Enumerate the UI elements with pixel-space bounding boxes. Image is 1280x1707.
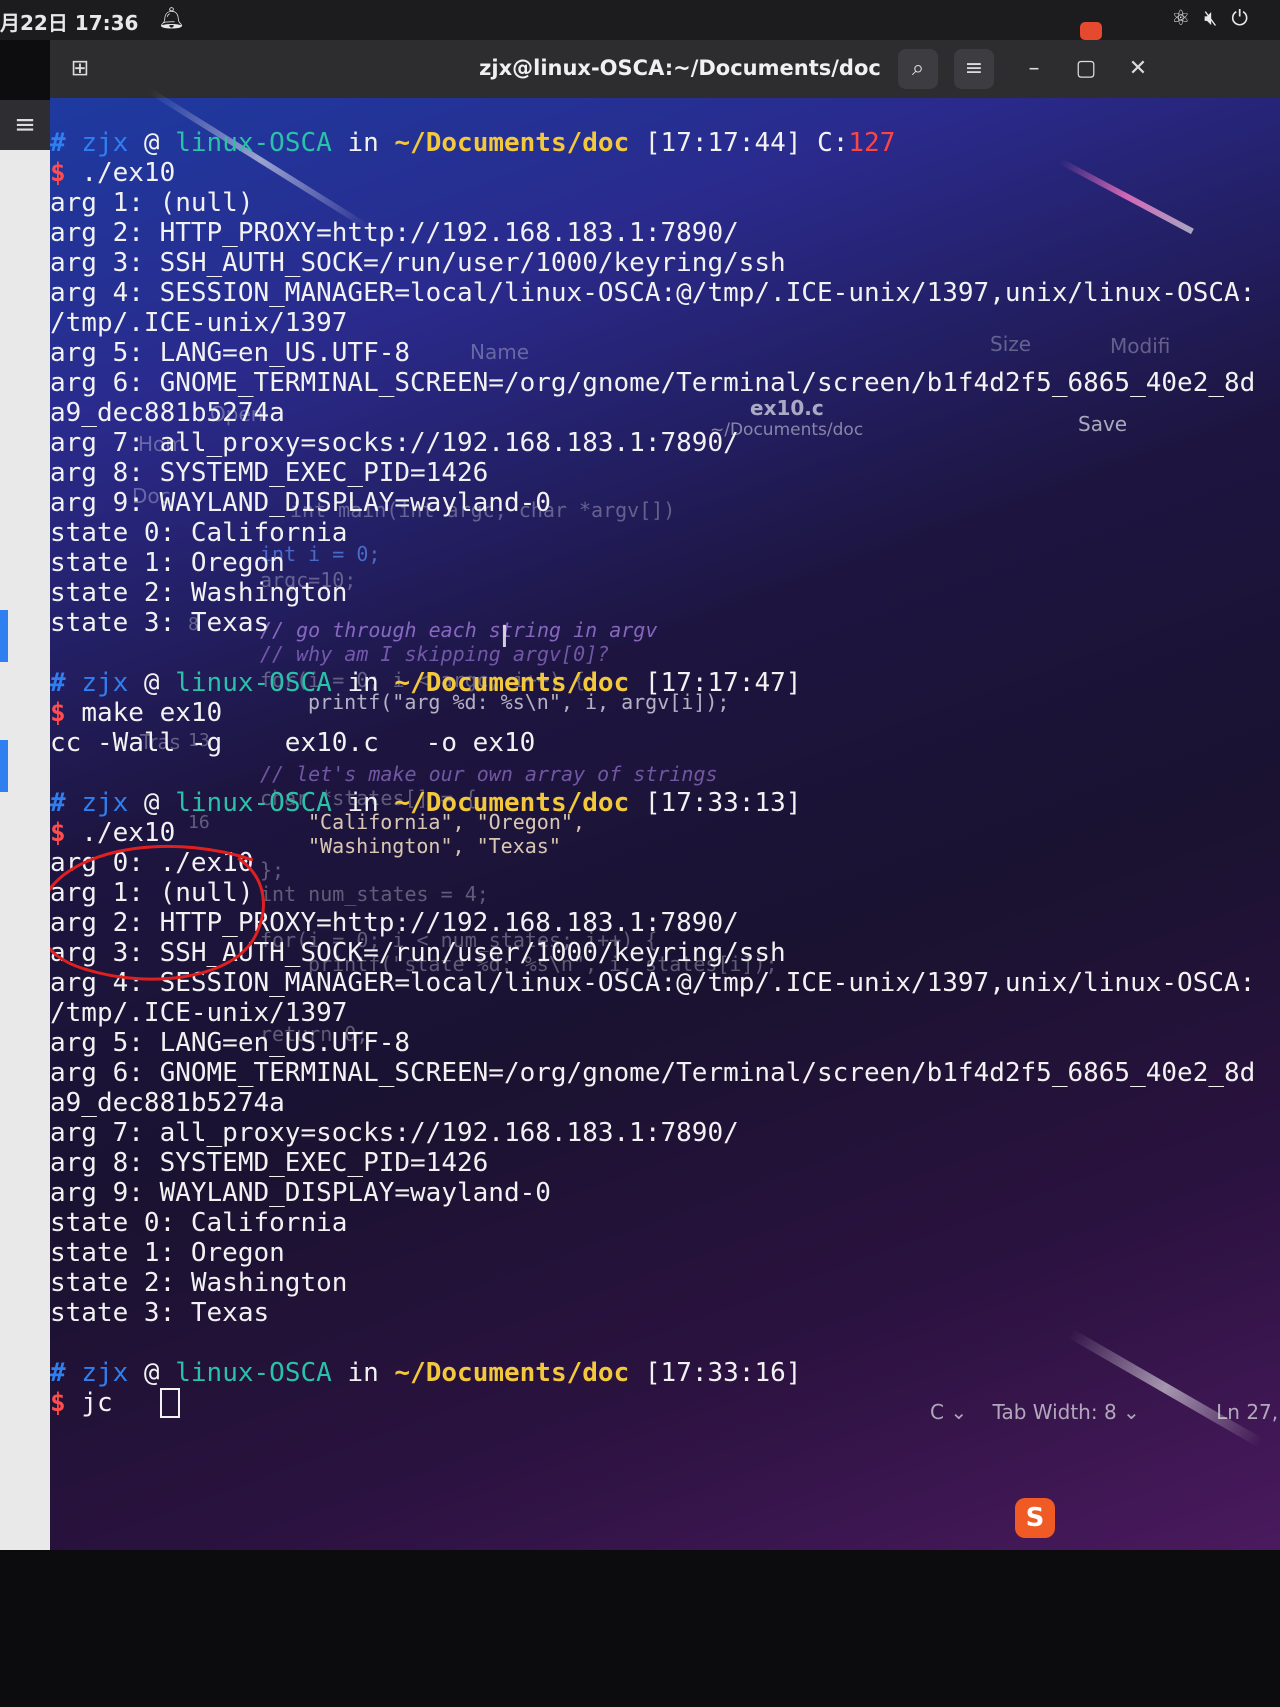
output-line: state 3: Texas <box>50 1298 270 1328</box>
cursor-position: Ln 27, <box>1216 1400 1279 1424</box>
output-line: arg 6: GNOME_TERMINAL_SCREEN=/org/gnome/… <box>50 368 1256 398</box>
output-line: state 1: Oregon <box>50 548 285 578</box>
output-line: arg 8: SYSTEMD_EXEC_PID=1426 <box>50 1148 489 1178</box>
clock[interactable]: 月22日 17:36 <box>0 7 138 36</box>
tab-width-selector[interactable]: Tab Width: 8 <box>993 1400 1117 1424</box>
gnome-top-bar: 月22日 17:36 🔔︎ ⚛🔇︎⏻ <box>0 0 1280 40</box>
output-line: arg 6: GNOME_TERMINAL_SCREEN=/org/gnome/… <box>50 1058 1256 1088</box>
search-icon[interactable]: ⌕ <box>898 49 938 89</box>
output-line: state 3: Texas <box>50 608 270 638</box>
system-tray[interactable]: ⚛🔇︎⏻ <box>1171 6 1262 31</box>
input-method-icon[interactable]: S <box>1015 1498 1055 1538</box>
prompt-line: # zjx @ linux-OSCA in ~/Documents/doc [1… <box>50 1358 802 1388</box>
dock-highlight <box>0 740 8 792</box>
output-line: arg 9: WAYLAND_DISPLAY=wayland-0 <box>50 488 551 518</box>
prompt-line: # zjx @ linux-OSCA in ~/Documents/doc [1… <box>50 788 802 818</box>
monitor-bezel <box>0 1550 1280 1707</box>
output-line: arg 4: SESSION_MANAGER=local/linux-OSCA:… <box>50 278 1256 308</box>
terminal-window: ✕ ⊞ zjx@linux-OSCA:~/Documents/doc ⌕ ≡ –… <box>50 40 1280 1550</box>
red-circle-annotation <box>50 844 265 981</box>
power-icon: ⏻ <box>1231 6 1262 30</box>
close-icon[interactable]: ✕ <box>1118 49 1158 89</box>
minimize-icon[interactable]: – <box>1014 49 1054 89</box>
output-line: a9_dec881b5274a <box>50 1088 285 1118</box>
output-line: arg 5: LANG=en_US.UTF-8 <box>50 338 411 368</box>
output-line: cc -Wall -g ex10.c -o ex10 <box>50 728 536 758</box>
new-tab-icon[interactable]: ⊞ <box>60 49 100 89</box>
output-line: arg 8: SYSTEMD_EXEC_PID=1426 <box>50 458 489 488</box>
terminal-cursor <box>159 1388 180 1418</box>
language-selector[interactable]: C <box>930 1400 944 1424</box>
output-line: arg 9: WAYLAND_DISPLAY=wayland-0 <box>50 1178 551 1208</box>
maximize-icon[interactable]: ▢ <box>1066 49 1106 89</box>
volume-muted-icon: 🔇︎ <box>1204 6 1232 30</box>
command-line: $ jc <box>50 1388 180 1418</box>
output-line: state 0: California <box>50 1208 348 1238</box>
output-line: a9_dec881b5274a <box>50 398 285 428</box>
chevron-down-icon: ⌄ <box>1116 1400 1140 1424</box>
output-line: arg 7: all_proxy=socks://192.168.183.1:7… <box>50 1118 739 1148</box>
output-line: arg 2: HTTP_PROXY=http://192.168.183.1:7… <box>50 218 739 248</box>
editor-statusbar: C ⌄ Tab Width: 8 ⌄ Ln 27, <box>930 1400 1278 1424</box>
prompt-line: # zjx @ linux-OSCA in ~/Documents/doc [1… <box>50 128 896 158</box>
network-icon: ⚛ <box>1171 6 1205 30</box>
window-title: zjx@linux-OSCA:~/Documents/doc <box>479 56 881 80</box>
output-line: state 0: California <box>50 518 348 548</box>
command-line: $ ./ex10 <box>50 158 176 188</box>
output-line: arg 5: LANG=en_US.UTF-8 <box>50 1028 411 1058</box>
output-line: state 1: Oregon <box>50 1238 285 1268</box>
command-line: $ make ex10 <box>50 698 223 728</box>
output-line: state 2: Washington <box>50 578 348 608</box>
dock-highlight <box>0 610 8 662</box>
output-line: state 2: Washington <box>50 1268 348 1298</box>
headerbar: ✕ ⊞ zjx@linux-OSCA:~/Documents/doc ⌕ ≡ –… <box>50 40 1280 98</box>
output-line: arg 1: (null) <box>50 188 254 218</box>
input-method-icon[interactable] <box>1080 22 1102 40</box>
terminal-output[interactable]: # zjx @ linux-OSCA in ~/Documents/doc [1… <box>50 118 1280 1548</box>
prompt-line: # zjx @ linux-OSCA in ~/Documents/doc [1… <box>50 668 802 698</box>
hamburger-menu-icon[interactable]: ≡ <box>0 100 50 150</box>
output-line: /tmp/.ICE-unix/1397 <box>50 998 348 1028</box>
left-panel: ≡ <box>0 100 50 1550</box>
output-line: arg 3: SSH_AUTH_SOCK=/run/user/1000/keyr… <box>50 248 786 278</box>
chevron-down-icon: ⌄ <box>943 1400 974 1424</box>
output-line: arg 7: all_proxy=socks://192.168.183.1:7… <box>50 428 739 458</box>
bell-icon[interactable]: 🔔︎ <box>158 6 185 31</box>
output-line: /tmp/.ICE-unix/1397 <box>50 308 348 338</box>
menu-icon[interactable]: ≡ <box>954 49 994 89</box>
